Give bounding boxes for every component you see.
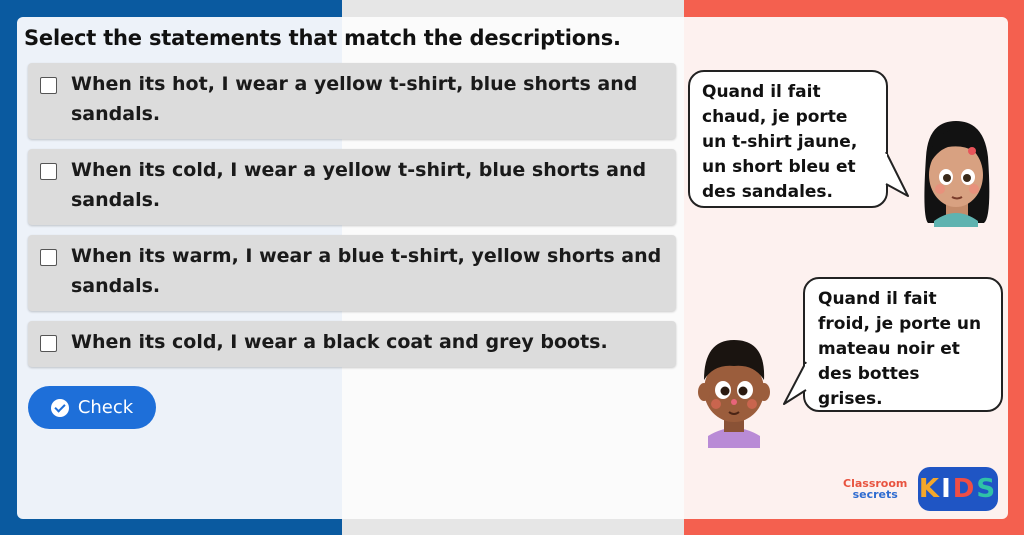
checkbox[interactable] [40,77,57,94]
option-label: When its cold, I wear a black coat and g… [71,331,608,353]
option-label: When its warm, I wear a blue t-shirt, ye… [71,245,662,297]
checkbox[interactable] [40,249,57,266]
girl-avatar-icon [924,121,990,227]
checkbox[interactable] [40,335,57,352]
option-1[interactable]: When its hot, I wear a yellow t-shirt, b… [28,63,676,139]
option-label: When its hot, I wear a yellow t-shirt, b… [71,73,638,125]
check-button[interactable]: Check [28,386,156,429]
option-3[interactable]: When its warm, I wear a blue t-shirt, ye… [28,235,676,311]
speech-bubble-boy: Quand il fait froid, je porte un mateau … [803,277,1003,412]
checkbox[interactable] [40,163,57,180]
question-prompt: Select the statements that match the des… [24,26,621,50]
classroom-secrets-logo: Classroom secrets [843,477,908,501]
speech-bubble-girl: Quand il fait chaud, je porte un t-shirt… [688,70,888,208]
check-circle-icon [50,398,69,417]
kids-logo: K I D S [918,467,998,511]
option-2[interactable]: When its cold, I wear a yellow t-shirt, … [28,149,676,225]
option-label: When its cold, I wear a yellow t-shirt, … [71,159,647,211]
speech-tail-icon [783,361,808,405]
speech-tail-icon [884,151,909,197]
speech-text: Quand il fait froid, je porte un mateau … [818,289,982,409]
boy-avatar-icon [698,340,770,448]
speech-text: Quand il fait chaud, je porte un t-shirt… [702,82,858,202]
check-button-label: Check [77,397,134,418]
option-4[interactable]: When its cold, I wear a black coat and g… [28,321,676,367]
